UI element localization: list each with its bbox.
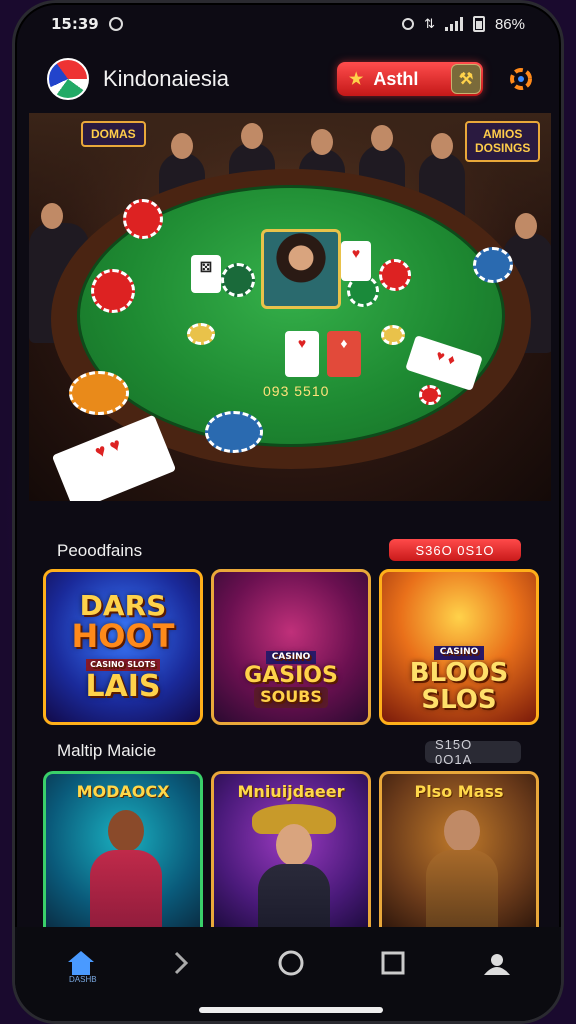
game-tile-hot-lais[interactable]: DARS HOOT CASINO SLOTS LAIS xyxy=(43,569,203,725)
profile-icon[interactable] xyxy=(475,941,519,985)
chip xyxy=(419,385,441,405)
settings-icon[interactable] xyxy=(505,63,537,95)
status-icons: ⇅ 86% xyxy=(402,16,525,33)
section-title: Maltip Maicie xyxy=(57,741,157,760)
chip-stack xyxy=(473,247,513,283)
right-sign-line2: DOSINGS xyxy=(475,141,531,156)
game-tile-title: MODAOCX xyxy=(76,782,170,801)
star-icon: ★ xyxy=(349,71,364,88)
playing-card: ♦ xyxy=(327,331,361,377)
app-header: Kindonaiesia ★ Asthl ⚒ xyxy=(15,47,561,111)
game-tile-title: Mniuijdaeer xyxy=(237,782,345,801)
chip-stack xyxy=(69,371,129,415)
battery-level: 86% xyxy=(494,15,525,33)
home-label: DASHB xyxy=(69,975,97,984)
status-bar: 15:39 ⇅ 86% xyxy=(15,3,561,45)
signal-icon xyxy=(444,17,463,31)
data-icon: ⇅ xyxy=(424,16,435,31)
asthl-button-label: Asthl xyxy=(373,68,419,89)
square-icon[interactable] xyxy=(371,941,415,985)
game-tile-bloos-slos[interactable]: CASINO BLOOS SLOS xyxy=(379,569,539,725)
chip xyxy=(221,263,255,297)
status-time: 15:39 xyxy=(51,15,99,33)
battery-icon xyxy=(472,16,485,32)
tile-line: HOOT xyxy=(71,617,175,656)
game-tile-plso-mass[interactable]: Plso Mass xyxy=(379,771,539,933)
home-indicator[interactable] xyxy=(199,1007,383,1013)
game-tile-modaocx[interactable]: MODAOCX xyxy=(43,771,203,933)
chip-stack xyxy=(205,411,263,453)
game-tile-title: CASINO GASIOS SOUBS xyxy=(244,646,338,709)
right-sign-line1: AMIOS xyxy=(483,127,523,141)
hero-banner[interactable]: DOMAS AMIOS DOSINGS ⚄ ♥ ♦ ♥ ♦ ♥ ♥ ♥ 093 … xyxy=(29,113,551,501)
chip-stack xyxy=(91,269,135,313)
left-sign: DOMAS xyxy=(81,121,146,148)
location-icon xyxy=(402,18,415,30)
tile-line: BLOOS xyxy=(409,657,509,688)
game-tile-title: DARS HOOT CASINO SLOTS LAIS xyxy=(71,591,174,703)
character-figure xyxy=(426,810,498,933)
tile-line: SOUBS xyxy=(254,687,328,709)
circle-icon[interactable] xyxy=(269,941,313,985)
tile-line: SLOS xyxy=(421,685,497,716)
dice: ⚄ xyxy=(191,255,221,293)
section-tag[interactable]: S15O 0O1A xyxy=(425,737,521,767)
dealer-portrait[interactable] xyxy=(261,229,341,309)
chip xyxy=(379,259,411,291)
asthl-button[interactable]: ★ Asthl ⚒ xyxy=(337,62,483,96)
section-title: Peoodfains xyxy=(57,541,143,560)
game-tile-mniuijdaeer[interactable]: Mniuijdaeer xyxy=(211,771,371,933)
phone-screen: 15:39 ⇅ 86% Kindonaiesia ★ Asthl ⚒ DOMAS… xyxy=(12,0,564,1024)
game-tile-title: CASINO BLOOS SLOS xyxy=(410,641,508,714)
chip xyxy=(381,325,405,345)
section-tag[interactable]: S36O 0S1O xyxy=(389,539,521,561)
game-tile-gasios-soubs[interactable]: CASINO GASIOS SOUBS xyxy=(211,569,371,725)
playing-card: ♥ ♥ xyxy=(51,414,177,501)
pot-amount: 093 5510 xyxy=(263,383,330,399)
notification-icon xyxy=(108,17,123,31)
app-logo[interactable] xyxy=(47,58,89,100)
wallet-icon[interactable]: ⚒ xyxy=(451,64,481,94)
right-sign: AMIOS DOSINGS xyxy=(465,121,541,162)
tile-line: GASIOS xyxy=(244,663,338,689)
chip-stack xyxy=(123,199,163,239)
playing-card: ♥ xyxy=(341,241,371,281)
chip xyxy=(187,323,215,345)
app-title: Kindonaiesia xyxy=(103,66,229,91)
playing-card: ♥ xyxy=(285,331,319,377)
character-figure xyxy=(252,804,336,933)
back-icon[interactable] xyxy=(159,941,203,985)
game-tile-title: Plso Mass xyxy=(414,782,504,801)
tile-line: LAIS xyxy=(85,669,161,705)
character-figure xyxy=(90,810,162,933)
